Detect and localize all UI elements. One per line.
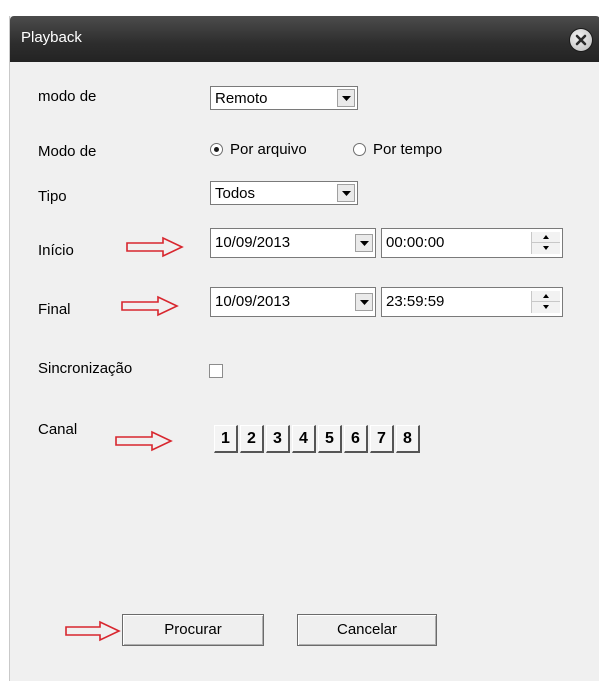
arrow-right-icon (65, 620, 121, 642)
playback-dialog: Playback (9, 16, 599, 681)
spin-up-icon[interactable] (532, 291, 560, 302)
cancelar-button[interactable]: Cancelar (297, 614, 437, 646)
arrow-right-icon (126, 236, 184, 258)
channel-1-button[interactable]: 1 (214, 425, 238, 453)
final-time-value: 23:59:59 (386, 293, 445, 310)
close-icon[interactable] (570, 29, 592, 51)
channel-5-button[interactable]: 5 (318, 425, 342, 453)
tipo-select-value: Todos (215, 185, 256, 202)
modo-busca-label: Modo de (38, 143, 97, 160)
radio-por-tempo-label: Por tempo (373, 141, 443, 158)
channel-7-button[interactable]: 7 (370, 425, 394, 453)
chevron-down-icon[interactable] (355, 234, 373, 252)
inicio-date-picker[interactable]: 10/09/2013 (210, 228, 376, 258)
title-bar[interactable]: Playback (10, 16, 599, 62)
final-date-value: 10/09/2013 (215, 293, 291, 310)
final-label: Final (38, 301, 71, 318)
window-title: Playback (21, 29, 82, 46)
chevron-down-icon[interactable] (337, 184, 355, 202)
channel-8-button[interactable]: 8 (396, 425, 420, 453)
radio-selected-dot (214, 147, 219, 152)
tipo-select[interactable]: Todos (210, 181, 358, 205)
inicio-date-value: 10/09/2013 (215, 234, 291, 251)
channel-6-button[interactable]: 6 (344, 425, 368, 453)
inicio-label: Início (38, 242, 74, 259)
modo-label: modo de (38, 88, 97, 105)
modo-select-value: Remoto (215, 90, 268, 107)
channel-4-button[interactable]: 4 (292, 425, 316, 453)
inicio-time-value: 00:00:00 (386, 234, 445, 251)
procurar-button[interactable]: Procurar (122, 614, 264, 646)
chevron-down-icon[interactable] (355, 293, 373, 311)
chevron-down-icon[interactable] (337, 89, 355, 107)
channel-2-button[interactable]: 2 (240, 425, 264, 453)
tipo-label-text: Tipo (38, 188, 67, 205)
final-date-picker[interactable]: 10/09/2013 (210, 287, 376, 317)
spin-up-icon[interactable] (532, 232, 560, 243)
final-time-input[interactable]: 23:59:59 (381, 287, 563, 317)
inicio-time-input[interactable]: 00:00:00 (381, 228, 563, 258)
modo-select[interactable]: Remoto (210, 86, 358, 110)
radio-por-arquivo[interactable] (210, 143, 223, 156)
canal-label: Canal (38, 421, 78, 438)
arrow-right-icon (121, 295, 179, 317)
arrow-right-icon (115, 430, 173, 452)
sincronizacao-label: Sincronização (38, 360, 133, 377)
spin-down-icon[interactable] (532, 302, 560, 312)
radio-por-arquivo-label: Por arquivo (230, 141, 307, 158)
spin-down-icon[interactable] (532, 243, 560, 253)
channel-3-button[interactable]: 3 (266, 425, 290, 453)
radio-por-tempo[interactable] (353, 143, 366, 156)
sincronizacao-checkbox[interactable] (209, 364, 223, 378)
